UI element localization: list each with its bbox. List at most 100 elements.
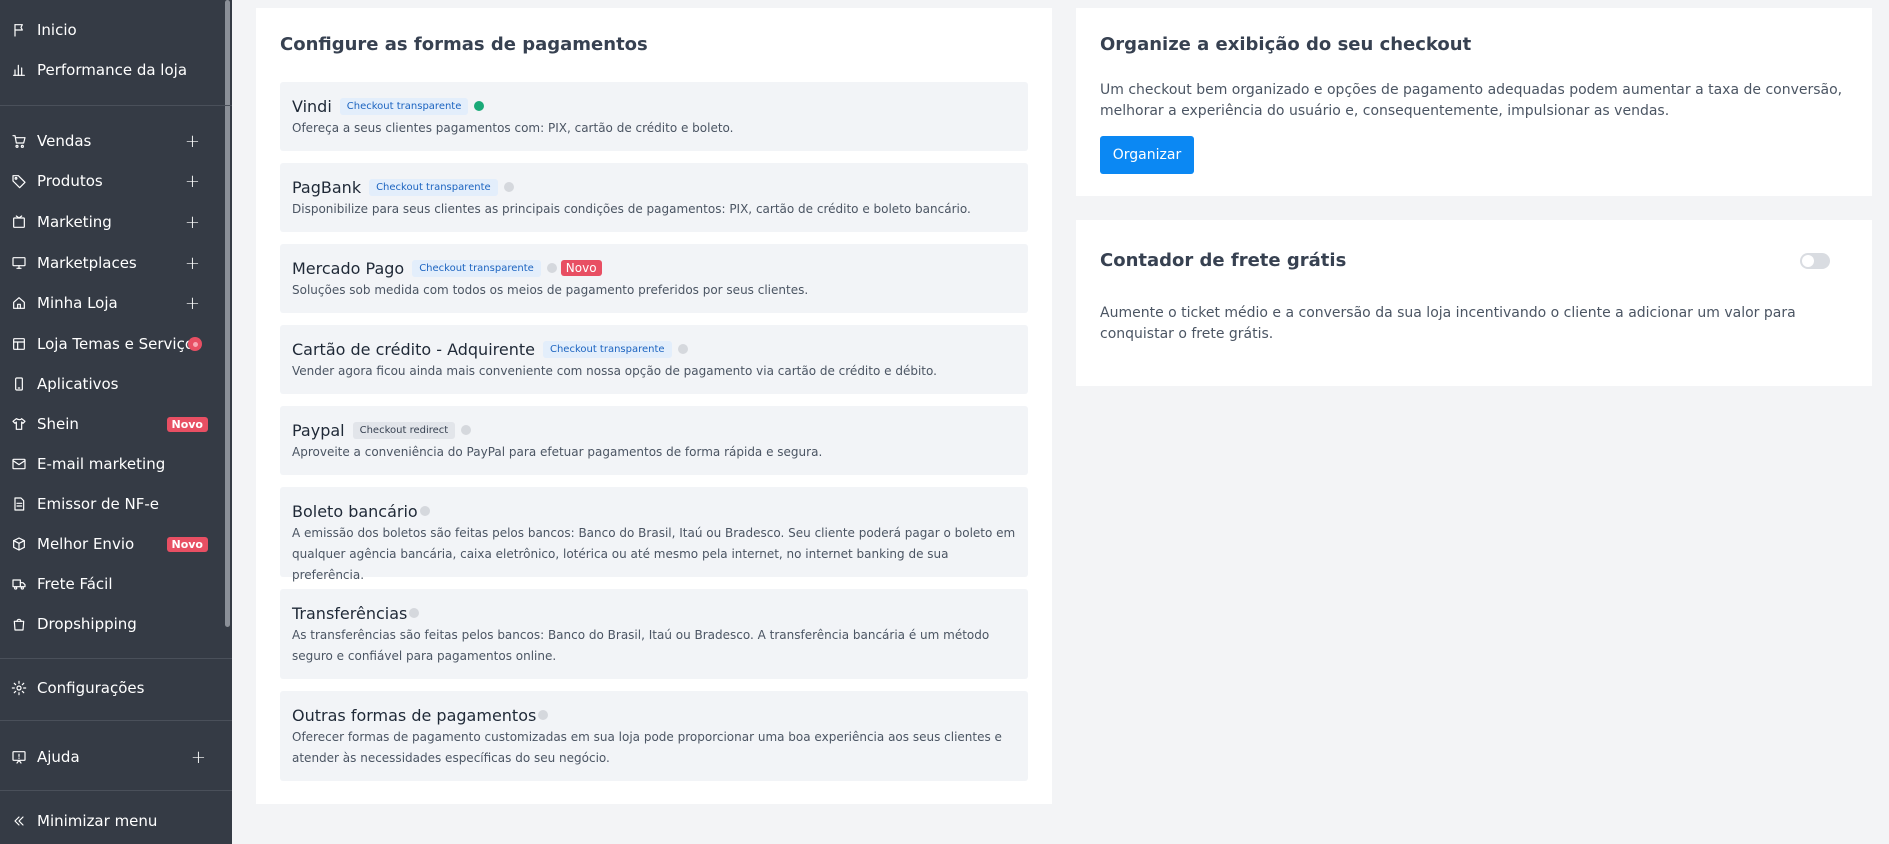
sidebar-item-email[interactable]: E-mail marketing	[0, 446, 222, 482]
payment-item-header: Boleto bancário	[292, 500, 430, 522]
sidebar-item-marketplaces[interactable]: Marketplaces +	[0, 245, 222, 281]
sidebar-item-label: Produtos	[37, 172, 103, 190]
status-inactive-dot	[419, 506, 430, 516]
checkout-type-tag: Checkout transparente	[412, 259, 541, 277]
sidebar-item-configuracoes[interactable]: Configurações	[0, 670, 222, 706]
payment-item-desc: Oferecer formas de pagamento customizada…	[292, 730, 1002, 765]
payment-item-name: Paypal	[292, 420, 345, 440]
payment-item-mercado-pago[interactable]: Mercado Pago Checkout transparente Novo …	[280, 244, 1028, 313]
gear-icon	[10, 679, 28, 697]
expand-plus-icon[interactable]: +	[185, 131, 200, 152]
payment-item-outras[interactable]: Outras formas de pagamentos Oferecer for…	[280, 691, 1028, 781]
expand-plus-icon[interactable]: +	[185, 293, 200, 314]
checkout-type-tag: Checkout transparente	[542, 340, 672, 358]
sidebar-item-minimizar[interactable]: Minimizar menu	[0, 803, 222, 839]
file-icon	[10, 495, 28, 513]
checkout-type-tag: Checkout transparente	[369, 178, 498, 196]
payment-item-name: PagBank	[292, 177, 362, 197]
payment-methods-title: Configure as formas de pagamentos	[280, 34, 648, 55]
checkout-type-tag: Checkout redirect	[352, 421, 456, 439]
sidebar-item-label: Aplicativos	[37, 375, 119, 393]
new-badge: Novo	[166, 416, 208, 432]
sidebar-item-ajuda[interactable]: Ajuda +	[0, 739, 222, 775]
status-inactive-dot	[409, 608, 420, 618]
free-shipping-desc: Aumente o ticket médio e a conversão da …	[1100, 305, 1796, 342]
payment-item-paypal[interactable]: Paypal Checkout redirect Aproveite a con…	[280, 406, 1028, 475]
sidebar-item-produtos[interactable]: Produtos +	[0, 163, 222, 199]
payment-item-pagbank[interactable]: PagBank Checkout transparente Disponibil…	[280, 163, 1028, 232]
payment-item-name: Vindi	[292, 96, 332, 116]
payment-item-desc: Ofereça a seus clientes pagamentos com: …	[292, 121, 734, 135]
calendar-icon	[10, 213, 28, 231]
status-inactive-dot	[546, 263, 557, 273]
payment-item-header: Transferências	[292, 602, 420, 624]
sidebar-item-temas[interactable]: Loja Temas e Serviços	[0, 326, 222, 362]
sidebar-item-label: Minha Loja	[37, 294, 118, 312]
mail-icon	[10, 455, 28, 473]
payment-item-name: Mercado Pago	[292, 258, 405, 278]
tag-icon	[10, 172, 28, 190]
smartphone-icon	[10, 375, 28, 393]
payment-item-header: PagBank Checkout transparente	[292, 176, 514, 198]
status-inactive-dot	[538, 710, 549, 720]
checkout-type-tag: Checkout transparente	[339, 97, 469, 115]
status-inactive-dot	[677, 344, 688, 354]
payment-item-header: Mercado Pago Checkout transparente Novo	[292, 257, 602, 279]
payment-item-desc: A emissão dos boletos são feitas pelos b…	[292, 526, 1016, 582]
payment-item-boleto[interactable]: Boleto bancário A emissão dos boletos sã…	[280, 487, 1028, 582]
sidebar-item-aplicativos[interactable]: Aplicativos	[0, 366, 222, 402]
expand-plus-icon[interactable]: +	[185, 212, 200, 233]
cart-icon	[10, 132, 28, 150]
shirt-icon	[10, 415, 28, 433]
payment-item-vindi[interactable]: Vindi Checkout transparente Ofereça a se…	[280, 82, 1028, 151]
sidebar-item-marketing[interactable]: Marketing +	[0, 204, 222, 240]
organize-button[interactable]: Organizar	[1100, 136, 1194, 174]
chevrons-left-icon	[10, 812, 28, 830]
new-badge: Novo	[166, 536, 208, 552]
box-icon	[10, 535, 28, 553]
payment-item-transferencias[interactable]: Transferências As transferências são fei…	[280, 589, 1028, 679]
payment-item-header: Paypal Checkout redirect	[292, 419, 472, 441]
sidebar-item-label: Performance da loja	[37, 61, 188, 79]
sidebar-divider	[0, 790, 232, 791]
toggle-knob	[1802, 255, 1814, 267]
expand-plus-icon[interactable]: +	[191, 747, 206, 768]
sidebar-item-label: Frete Fácil	[37, 575, 113, 593]
free-shipping-title: Contador de frete grátis	[1100, 250, 1347, 271]
payment-item-header: Vindi Checkout transparente	[292, 95, 485, 117]
payment-item-header: Cartão de crédito - Adquirente Checkout …	[292, 338, 688, 360]
sidebar-item-label: Marketing	[37, 213, 112, 231]
status-active-dot	[474, 101, 485, 111]
sidebar-item-inicio[interactable]: Inicio	[0, 12, 222, 48]
expand-plus-icon[interactable]: +	[185, 171, 200, 192]
free-shipping-toggle[interactable]	[1800, 253, 1830, 269]
organize-checkout-desc: Um checkout bem organizado e opções de p…	[1100, 82, 1843, 119]
monitor-icon	[10, 254, 28, 272]
help-icon	[10, 748, 28, 766]
sidebar-item-frete-facil[interactable]: Frete Fácil	[0, 566, 222, 602]
sidebar-item-label: Marketplaces	[37, 254, 137, 272]
payment-item-desc: Soluções sob medida com todos os meios d…	[292, 283, 809, 297]
payment-item-cartao[interactable]: Cartão de crédito - Adquirente Checkout …	[280, 325, 1028, 394]
truck-icon	[10, 575, 28, 593]
payment-item-desc: Vender agora ficou ainda mais convenient…	[292, 364, 937, 378]
sidebar-item-label: Inicio	[37, 21, 77, 39]
sidebar-item-performance[interactable]: Performance da loja	[0, 52, 222, 88]
sidebar-item-label: Emissor de NF-e	[37, 495, 160, 513]
layout-icon	[10, 335, 28, 353]
sidebar-item-minha-loja[interactable]: Minha Loja +	[0, 285, 222, 321]
payment-item-name: Cartão de crédito - Adquirente	[292, 339, 535, 359]
sidebar-scrollbar[interactable]	[225, 0, 230, 627]
sidebar-item-nfe[interactable]: Emissor de NF-e	[0, 486, 222, 522]
sidebar-item-shein[interactable]: Shein Novo	[0, 406, 222, 442]
sidebar-divider	[0, 658, 232, 659]
bar-chart-icon	[10, 61, 28, 79]
sidebar-item-label: Ajuda	[37, 748, 80, 766]
payment-item-desc: Disponibilize para seus clientes as prin…	[292, 202, 971, 216]
sidebar-item-vendas[interactable]: Vendas +	[0, 123, 222, 159]
flag-icon	[10, 21, 28, 39]
sidebar-item-dropshipping[interactable]: Dropshipping	[0, 606, 222, 642]
sidebar-item-melhor-envio[interactable]: Melhor Envio Novo	[0, 526, 222, 562]
expand-plus-icon[interactable]: +	[185, 253, 200, 274]
sidebar-item-label: Shein	[37, 415, 79, 433]
